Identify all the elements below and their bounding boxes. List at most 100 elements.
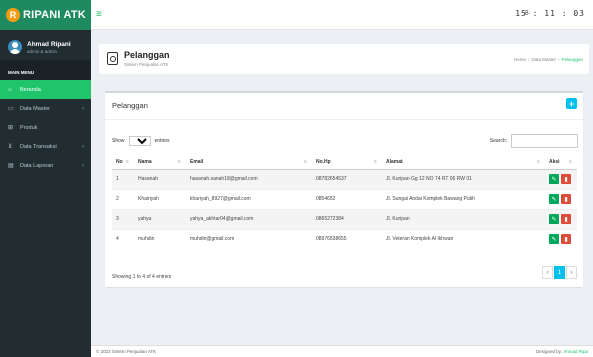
sidebar-item-label: Beranda [20, 86, 41, 93]
cell-no: 2 [112, 188, 134, 209]
cell-alamat: Jl. Sungai Andai Komplek Bawang Putih [382, 188, 545, 209]
cell-hp: 08782654537 [312, 168, 382, 189]
box-title: Pelanggan [112, 101, 148, 110]
sidebar-item-label: Data Laporan [20, 162, 54, 169]
breadcrumb-current: Pelanggan [561, 57, 583, 62]
sidebar: R RIPANI ATK Ahmad Ripani admin & admin … [0, 0, 91, 357]
customer-box: Pelanggan + Show 10 entries Search: No ⇅ … [105, 91, 583, 287]
cell-aksi: ✎ ▮ [545, 208, 577, 229]
page-title: Pelanggan [124, 50, 170, 60]
sidebar-item-label: Data Master [20, 105, 50, 112]
home-icon: ⌂ [8, 86, 12, 93]
customer-icon [107, 52, 118, 65]
content-header: Pelanggan Sistem Penjualan ATK Home › Da… [99, 44, 589, 74]
sidebar-item-data-transaksi[interactable]: ⊻ Data Transaksi ‹ [0, 137, 91, 156]
sidebar-item-beranda[interactable]: ⌂ Beranda [0, 80, 91, 99]
user-panel: Ahmad Ripani admin & admin [0, 30, 91, 60]
cell-aksi: ✎ ▮ [545, 168, 577, 189]
table-info: Showing 1 to 4 of 4 entries [112, 274, 172, 280]
divider [105, 119, 583, 120]
cell-alamat: Jl. Kuripan Gg 12 NO 74 RT 06 RW 01 [382, 168, 545, 189]
cell-hp: 08976538655 [312, 228, 382, 249]
box-icon: ⊞ [8, 125, 14, 131]
col-nohp[interactable]: No.Hp ⇅ [312, 155, 382, 170]
footer-author-link[interactable]: Ahmad Ripa [563, 349, 588, 354]
table-row: 1 Hasanah hasanah.sanah18@gmail.com 0878… [112, 168, 577, 189]
sidebar-item-label: Data Transaksi [20, 143, 57, 150]
chevron-left-icon: ‹ [82, 162, 84, 169]
cell-email: hasanah.sanah18@gmail.com [186, 168, 312, 189]
pagination: ‹ 1 › [542, 266, 577, 279]
prev-page-button[interactable]: ‹ [542, 266, 553, 279]
customer-table: No ⇅ Nama ⇅ Email ⇅ No.Hp ⇅ Alamat ⇅ Aksi ⇅ 1 … [112, 155, 577, 249]
cell-no: 1 [112, 168, 134, 189]
delete-button[interactable]: ▮ [561, 174, 571, 184]
cell-email: yahya_akhtar04@gmail.com [186, 208, 312, 229]
col-email[interactable]: Email ⇅ [186, 155, 312, 170]
sidebar-item-produk[interactable]: ⊞ Produk [0, 118, 91, 137]
cell-alamat: Jl. Veteran Komplek Al Ikhwan [382, 228, 545, 249]
edit-button[interactable]: ✎ [549, 174, 559, 184]
breadcrumb-separator: › [527, 57, 530, 62]
page-1-button[interactable]: 1 [554, 266, 565, 279]
table-row: 2 Khairiyah khariyah_8927@gmail.com 0854… [112, 188, 577, 209]
next-page-button[interactable]: › [566, 266, 577, 279]
delete-button[interactable]: ▮ [561, 214, 571, 224]
col-aksi[interactable]: Aksi ⇅ [545, 155, 577, 170]
top-navbar: ≡ 8· 15 : 11 : 03 [91, 0, 593, 30]
user-role: admin & admin [27, 48, 58, 54]
cell-hp: 0865272384 [312, 208, 382, 229]
cell-no: 3 [112, 208, 134, 229]
cell-aksi: ✎ ▮ [545, 228, 577, 249]
col-alamat[interactable]: Alamat ⇅ [382, 155, 545, 170]
chevron-left-icon: ‹ [82, 105, 84, 112]
breadcrumb: Home › Data Master › Pelanggan [514, 57, 583, 62]
cell-aksi: ✎ ▮ [545, 188, 577, 209]
sidebar-item-label: Produk [20, 124, 38, 131]
breadcrumb-separator: › [557, 57, 560, 62]
app-brand: RIPANI ATK [23, 9, 86, 21]
search-label: Search: [489, 138, 507, 144]
footer-credit: Designed by: Ahmad Ripa [536, 349, 588, 354]
logo-mark-icon: R [6, 8, 20, 22]
user-name: Ahmad Ripani [27, 40, 71, 48]
length-control: Show 10 entries [112, 136, 170, 146]
cell-hp: 0854652 [312, 188, 382, 209]
footer: © 2023 Sistem Penjualan ATK Designed by:… [91, 345, 593, 357]
menu-header: MAIN MENU [0, 60, 91, 80]
chevron-left-icon: ‹ [82, 143, 84, 150]
sidebar-item-data-master[interactable]: ▭ Data Master ‹ [0, 99, 91, 118]
footer-credit-prefix: Designed by: [535, 349, 563, 354]
cell-nama: muhdin [134, 228, 186, 249]
col-no[interactable]: No ⇅ [112, 155, 134, 170]
delete-button[interactable]: ▮ [561, 194, 571, 204]
delete-button[interactable]: ▮ [561, 234, 571, 245]
footer-copyright: © 2023 Sistem Penjualan ATK [96, 349, 157, 354]
entries-select[interactable]: 10 [128, 136, 151, 146]
edit-button[interactable]: ✎ [549, 234, 559, 245]
entries-label: entries [154, 138, 170, 144]
add-customer-button[interactable]: + [566, 98, 577, 109]
cell-nama: Hasanah [134, 168, 186, 189]
col-nama[interactable]: Nama ⇅ [134, 155, 186, 170]
breadcrumb-home[interactable]: Home [514, 57, 526, 62]
cell-email: muhdin@gmail.com [186, 228, 312, 249]
search-input[interactable] [511, 134, 578, 148]
sidebar-item-data-laporan[interactable]: ▤ Data Laporan ‹ [0, 156, 91, 175]
edit-button[interactable]: ✎ [549, 214, 559, 224]
clock: 15 : 11 : 03 [515, 9, 585, 18]
breadcrumb-data-master[interactable]: Data Master [531, 57, 556, 62]
avatar [8, 40, 22, 54]
table-row: 3 yahya yahya_akhtar04@gmail.com 0865272… [112, 208, 577, 229]
cell-no: 4 [112, 228, 134, 249]
cell-nama: Khairiyah [134, 188, 186, 209]
cell-alamat: Jl. Kuripan [382, 208, 545, 229]
print-icon: ▤ [8, 163, 14, 169]
sidebar-toggle-icon[interactable]: ≡ [96, 9, 102, 20]
edit-button[interactable]: ✎ [549, 194, 559, 204]
table-row: 4 muhdin muhdin@gmail.com 08976538655 Jl… [112, 228, 577, 249]
app-logo[interactable]: R RIPANI ATK [0, 0, 91, 30]
cell-nama: yahya [134, 208, 186, 229]
show-label: Show [112, 138, 125, 144]
cell-email: khariyah_8927@gmail.com [186, 188, 312, 209]
